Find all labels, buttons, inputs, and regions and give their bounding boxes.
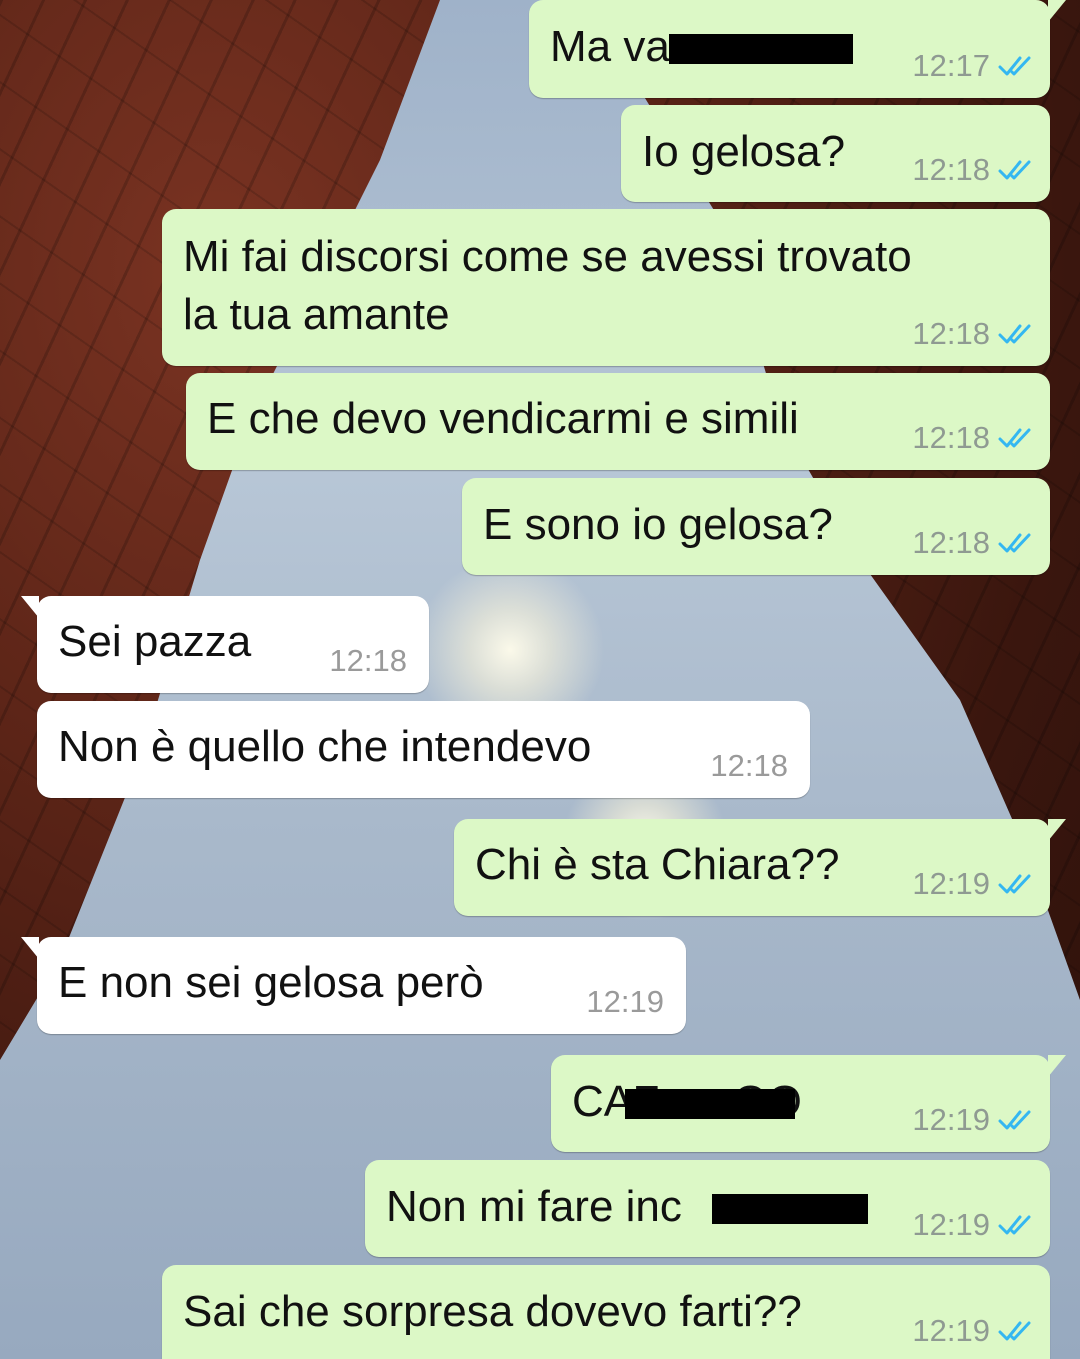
message-time: 12:19 [912, 866, 990, 901]
message-time: 12:18 [710, 748, 788, 783]
incoming-message[interactable]: E non sei gelosa però 12:19 [21, 937, 686, 1034]
message-text: E non sei gelosa però [58, 958, 484, 1007]
outgoing-message[interactable]: E sono io gelosa? 12:18 [462, 478, 1050, 575]
outgoing-message[interactable]: Sai che sorpresa dovevo farti?? 12:19 [162, 1265, 1050, 1359]
outgoing-message[interactable]: Non mi fare inc 12:19 [365, 1160, 1050, 1257]
outgoing-message[interactable]: Ma va 12:17 [529, 0, 1066, 98]
message-meta: 12:19 [912, 866, 1032, 902]
incoming-message[interactable]: Sei pazza 12:18 [21, 596, 429, 693]
message-time: 12:19 [912, 1207, 990, 1242]
message-meta: 12:18 [912, 152, 1032, 188]
double-check-icon [998, 428, 1031, 448]
double-check-icon [998, 1110, 1031, 1130]
outgoing-message[interactable]: E che devo vendicarmi e simili 12:18 [186, 373, 1050, 470]
redaction-bar [712, 1194, 868, 1224]
message-time: 12:18 [912, 420, 990, 455]
message-time: 12:19 [912, 1313, 990, 1348]
outgoing-message[interactable]: Mi fai discorsi come se avessi trovato l… [162, 209, 1050, 366]
message-meta: 12:17 [912, 48, 1032, 84]
message-meta: 12:19 [912, 1102, 1032, 1138]
message-time: 12:18 [912, 316, 990, 351]
message-meta: 12:18 [912, 525, 1032, 561]
message-meta: 12:18 [912, 420, 1032, 456]
message-meta: 12:18 [912, 316, 1032, 352]
message-time: 12:19 [912, 1102, 990, 1137]
outgoing-message[interactable]: Io gelosa? 12:18 [621, 105, 1050, 202]
message-text: Mi fai discorsi come se avessi trovato l… [183, 232, 912, 339]
message-meta: 12:18 [329, 643, 407, 679]
message-time: 12:17 [912, 48, 990, 83]
outgoing-message[interactable]: Chi è sta Chiara?? 12:19 [454, 819, 1066, 916]
redaction-bar [669, 34, 853, 64]
message-text: Io gelosa? [642, 127, 846, 176]
message-time: 12:18 [329, 643, 407, 678]
double-check-icon [998, 874, 1031, 894]
double-check-icon [998, 1215, 1031, 1235]
double-check-icon [998, 324, 1031, 344]
message-time: 12:18 [912, 525, 990, 560]
message-text: Sai che sorpresa dovevo farti?? [183, 1287, 802, 1336]
message-meta: 12:19 [586, 984, 664, 1020]
message-text: E che devo vendicarmi e simili [207, 394, 799, 443]
outgoing-message[interactable]: CAZ OO 12:19 [551, 1055, 1066, 1152]
double-check-icon [998, 160, 1031, 180]
incoming-message[interactable]: Non è quello che intendevo 12:18 [37, 701, 810, 798]
redaction-bar [625, 1089, 795, 1119]
message-meta: 12:18 [710, 748, 788, 784]
double-check-icon [998, 533, 1031, 553]
message-list: Ma va 12:17 Io gelosa? 12:18 Mi fai disc… [0, 0, 1080, 1359]
message-meta: 12:19 [912, 1313, 1032, 1349]
double-check-icon [998, 56, 1031, 76]
message-text: Sei pazza [58, 617, 252, 666]
message-text: E sono io gelosa? [483, 500, 833, 549]
message-meta: 12:19 [912, 1207, 1032, 1243]
message-time: 12:18 [912, 152, 990, 187]
message-text: Non mi fare inc [386, 1182, 682, 1231]
message-text: Chi è sta Chiara?? [475, 840, 840, 889]
message-time: 12:19 [586, 984, 664, 1019]
message-text: Ma va [550, 22, 670, 71]
message-text: Non è quello che intendevo [58, 722, 592, 771]
double-check-icon [998, 1321, 1031, 1341]
